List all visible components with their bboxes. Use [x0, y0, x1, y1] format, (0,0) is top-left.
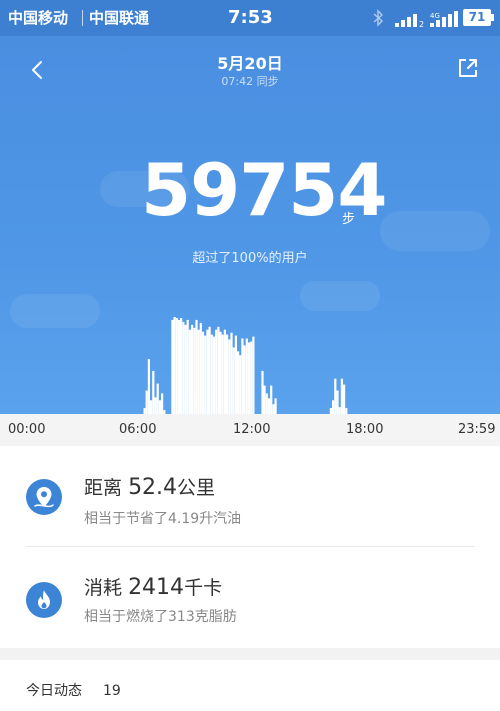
stats-card: 距离 52.4公里 相当于节省了4.19升汽油 消耗 2414千卡 相当于燃烧了… — [0, 446, 500, 648]
histogram-bar — [210, 334, 213, 414]
histogram-bar — [147, 359, 150, 414]
histogram-bar — [215, 329, 218, 414]
bluetooth-icon — [372, 9, 384, 31]
histogram-bar — [241, 338, 244, 414]
histogram-bar — [206, 329, 209, 414]
histogram-bar — [154, 397, 157, 414]
histogram-bar — [161, 393, 164, 414]
calories-unit: 千卡 — [184, 577, 223, 599]
histogram-bar — [250, 341, 253, 414]
carrier-1-name: 中国移动 — [8, 9, 69, 27]
histogram-bar — [272, 404, 275, 414]
histogram-bar — [243, 345, 246, 414]
histogram-bar — [267, 398, 271, 414]
step-histogram — [143, 317, 348, 414]
histogram-bar — [152, 370, 155, 414]
distance-title: 距离 52.4公里 — [84, 476, 215, 500]
histogram-bar — [212, 336, 216, 414]
histogram-bar — [195, 319, 198, 414]
histogram-bar — [221, 334, 224, 414]
histogram-bar — [232, 347, 235, 414]
signal-2-label: 4G — [430, 12, 440, 20]
histogram-bar — [334, 378, 337, 414]
histogram-bar — [180, 318, 183, 414]
histogram-bar — [263, 385, 266, 414]
histogram-bar — [191, 324, 194, 414]
signal-1-label: 2 — [419, 20, 424, 28]
calories-equivalent: 相当于燃烧了313克脂肪 — [84, 609, 237, 625]
histogram-bar — [186, 319, 189, 414]
distance-value: 52.4 — [128, 475, 178, 500]
time-tick: 06:00 — [119, 422, 157, 437]
histogram-bar — [332, 400, 335, 414]
distance-unit: 公里 — [177, 477, 216, 499]
histogram-bar — [338, 407, 341, 414]
histogram-bar — [245, 338, 248, 414]
today-activity-label: 今日动态 — [26, 683, 82, 699]
today-activity-count: 19 — [103, 683, 121, 699]
calories-label: 消耗 — [84, 577, 123, 599]
time-tick: 12:00 — [233, 422, 271, 437]
calories-value: 2414 — [128, 575, 185, 600]
time-tick: 00:00 — [8, 422, 46, 437]
histogram-bar — [158, 400, 161, 414]
histogram-bar — [175, 318, 178, 414]
histogram-bar — [252, 336, 255, 414]
carrier-2-name: 中国联通 — [89, 9, 150, 27]
histogram-bar — [204, 335, 207, 414]
histogram-bar — [173, 317, 176, 414]
histogram-bar — [265, 393, 268, 414]
status-bar: 中国移动 中国联通 7:53 2 4G 71 — [0, 0, 500, 36]
calories-row[interactable]: 消耗 2414千卡 相当于燃烧了313克脂肪 — [0, 547, 500, 647]
histogram-bar — [270, 385, 273, 414]
histogram-bar — [219, 331, 222, 414]
histogram-bar — [184, 324, 187, 414]
distance-equivalent: 相当于节省了4.19升汽油 — [84, 511, 242, 527]
histogram-bar — [150, 400, 153, 414]
histogram-bar — [208, 326, 211, 414]
histogram-bar — [336, 390, 339, 414]
histogram-bar — [228, 339, 231, 414]
calories-title: 消耗 2414千卡 — [84, 576, 222, 600]
histogram-bar — [274, 398, 277, 414]
histogram-bar — [193, 327, 196, 414]
histogram-bar — [145, 390, 148, 414]
histogram-bar — [177, 319, 181, 414]
flame-icon — [26, 582, 62, 618]
time-tick: 23:59 — [458, 422, 496, 437]
histogram-bar — [171, 319, 174, 414]
time-tick: 18:00 — [346, 422, 384, 437]
histogram-bar — [239, 355, 242, 414]
time-axis: 00:00 06:00 12:00 18:00 23:59 — [0, 414, 500, 446]
signal-strength-2-icon: 4G — [430, 10, 460, 32]
histogram-bar — [247, 342, 251, 414]
steps-hero: 5月20日 07:42 同步 59754 步 超过了100%的用户 — [0, 36, 500, 414]
location-pin-icon — [26, 479, 62, 515]
histogram-bar — [234, 335, 237, 414]
histogram-bar — [237, 351, 240, 414]
histogram-bar — [223, 329, 226, 414]
histogram-bar — [156, 383, 159, 414]
histogram-bar — [199, 322, 202, 414]
today-activity-section[interactable]: 今日动态 19 — [0, 660, 500, 711]
histogram-bar — [230, 332, 233, 414]
status-clock: 7:53 — [228, 7, 273, 28]
histogram-bar — [343, 384, 346, 414]
histogram-bar — [340, 378, 343, 414]
histogram-bar — [197, 329, 200, 414]
histogram-bar — [261, 370, 264, 414]
distance-label: 距离 — [84, 477, 123, 499]
histogram-bar — [182, 321, 185, 414]
signal-strength-1-icon: 2 — [395, 10, 425, 32]
histogram-bar — [188, 329, 191, 414]
histogram-bar — [217, 326, 220, 414]
histogram-bar — [226, 334, 229, 414]
carrier-separator — [82, 10, 83, 26]
distance-row[interactable]: 距离 52.4公里 相当于节省了4.19升汽油 — [0, 446, 500, 547]
battery-indicator: 71 — [463, 9, 494, 26]
histogram-bar — [201, 331, 205, 414]
